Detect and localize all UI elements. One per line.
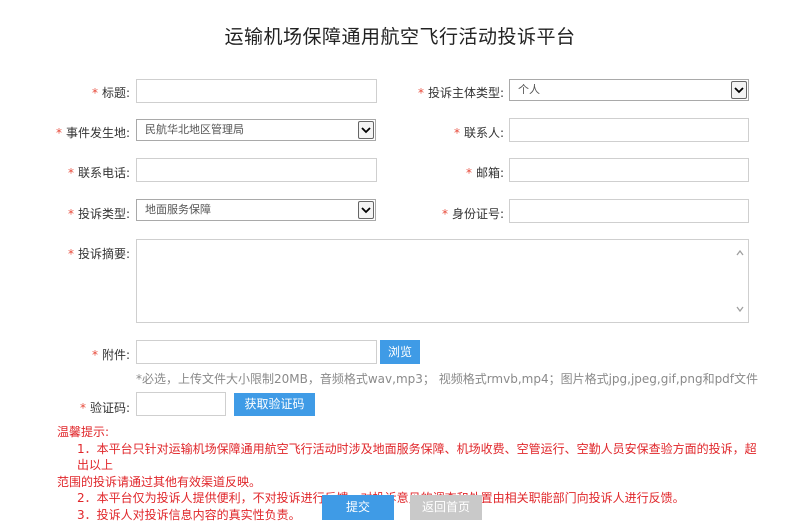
captcha-label: * 验证码: xyxy=(79,401,130,415)
required-mark: * xyxy=(67,247,74,261)
phone-label: * 联系电话: xyxy=(67,166,130,180)
captcha-input[interactable] xyxy=(136,392,226,416)
scroll-up-icon[interactable] xyxy=(736,250,744,256)
tips-item-1: 1．本平台只针对运输机场保障通用航空飞行活动时涉及地面服务保障、机场收费、空管运… xyxy=(77,441,757,473)
required-mark: * xyxy=(453,126,460,140)
required-mark: * xyxy=(67,166,74,180)
attachment-note: *必选，上传文件大小限制20MB，音频格式wav,mp3； 视频格式rmvb,m… xyxy=(136,372,759,386)
chevron-down-icon[interactable] xyxy=(358,121,374,139)
chevron-down-icon[interactable] xyxy=(358,201,374,219)
email-input[interactable] xyxy=(509,158,749,182)
summary-textarea[interactable] xyxy=(136,239,749,323)
tips-heading: 温馨提示: xyxy=(57,425,110,439)
required-mark: * xyxy=(79,401,86,415)
back-home-button[interactable]: 返回首页 xyxy=(410,495,482,520)
scroll-down-icon[interactable] xyxy=(736,306,744,312)
summary-label: * 投诉摘要: xyxy=(67,247,130,261)
id-number-input[interactable] xyxy=(509,199,749,223)
page-title: 运输机场保障通用航空飞行活动投诉平台 xyxy=(224,26,576,48)
required-mark: * xyxy=(417,86,424,100)
complainant-type-select[interactable]: 个人 xyxy=(509,79,749,101)
tips-item-2: 2．本平台仅为投诉人提供便利，不对投诉进行反馈，对投诉意见的调查和处置由相关职能… xyxy=(57,490,757,507)
submit-button[interactable]: 提交 xyxy=(322,495,394,520)
contact-person-input[interactable] xyxy=(509,118,749,142)
required-mark: * xyxy=(67,207,74,221)
complaint-type-select[interactable]: 地面服务保障 xyxy=(136,199,376,221)
required-mark: * xyxy=(441,207,448,221)
incident-location-select[interactable]: 民航华北地区管理局 xyxy=(136,119,376,141)
scrollbar[interactable] xyxy=(732,240,748,322)
complainant-type-label: * 投诉主体类型: xyxy=(417,86,504,100)
tips-block: 温馨提示: 1．本平台只针对运输机场保障通用航空飞行活动时涉及地面服务保障、机场… xyxy=(57,424,757,522)
phone-input[interactable] xyxy=(136,158,377,182)
attachment-input[interactable] xyxy=(136,340,377,364)
complainant-type-value: 个人 xyxy=(518,83,540,96)
incident-location-value: 民航华北地区管理局 xyxy=(145,123,244,136)
complaint-type-value: 地面服务保障 xyxy=(145,203,211,216)
required-mark: * xyxy=(55,126,62,140)
contact-person-label: * 联系人: xyxy=(453,126,504,140)
tips-item-3: 3．投诉人对投诉信息内容的真实性负责。 xyxy=(77,507,301,522)
required-mark: * xyxy=(465,166,472,180)
tips-item-1-continued: 范围的投诉请通过其他有效渠道反映。 xyxy=(57,474,262,489)
title-input[interactable] xyxy=(136,79,377,103)
email-label: * 邮箱: xyxy=(465,166,504,180)
title-label: * 标题: xyxy=(91,86,130,100)
complaint-type-label: * 投诉类型: xyxy=(67,207,130,221)
id-number-label: * 身份证号: xyxy=(441,207,504,221)
required-mark: * xyxy=(91,86,98,100)
chevron-down-icon[interactable] xyxy=(731,81,747,99)
incident-location-label: * 事件发生地: xyxy=(55,126,130,140)
attachment-label: * 附件: xyxy=(91,348,130,362)
get-captcha-button[interactable]: 获取验证码 xyxy=(234,393,315,416)
required-mark: * xyxy=(91,348,98,362)
browse-button[interactable]: 浏览 xyxy=(380,340,420,364)
